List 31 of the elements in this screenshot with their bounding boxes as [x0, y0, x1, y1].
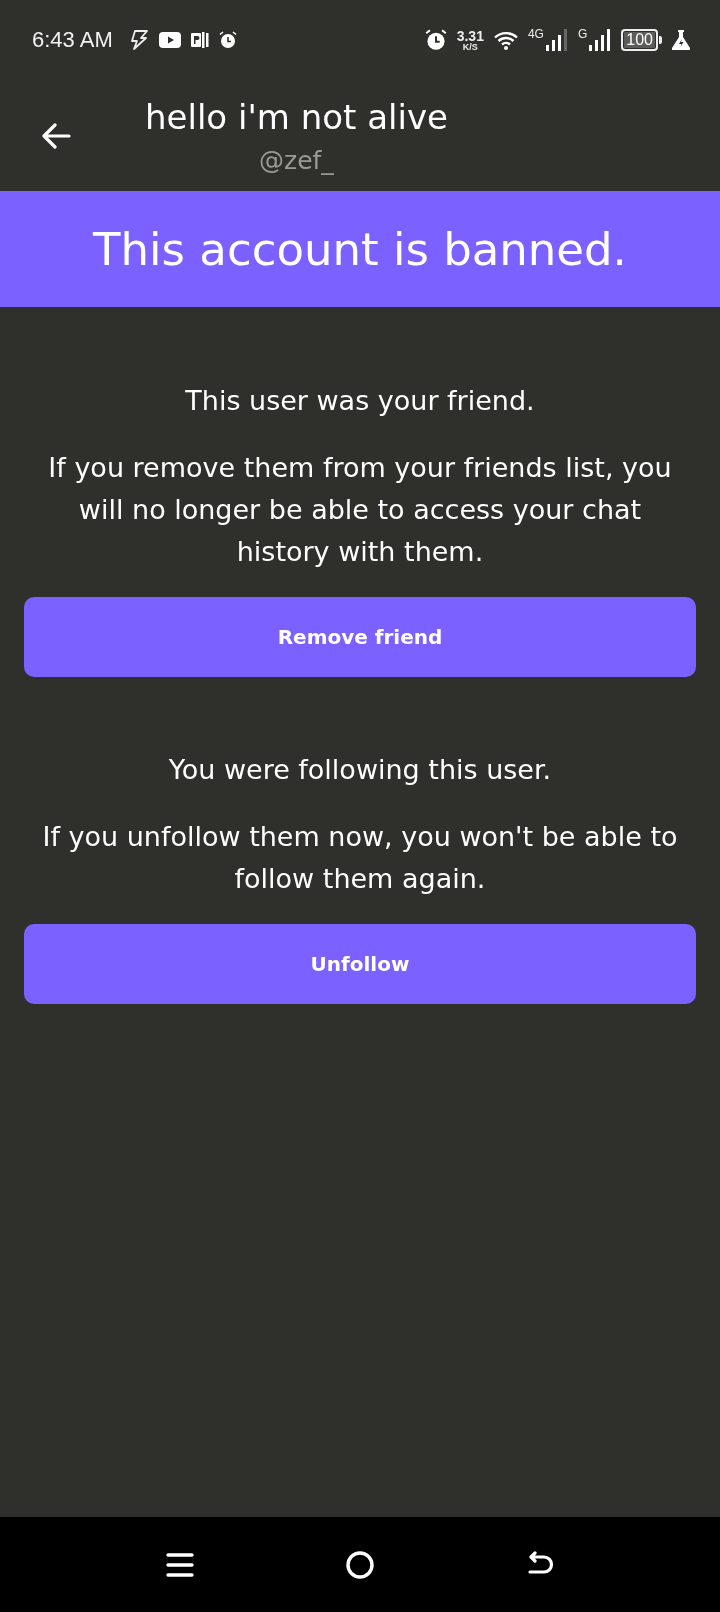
signal-icon: [589, 29, 612, 51]
banned-banner: This account is banned.: [0, 191, 720, 307]
back-arrow-icon: [41, 122, 71, 149]
flask-icon: [672, 30, 690, 50]
status-heading: This user was your friend.: [185, 384, 535, 418]
play-icon: [158, 32, 181, 48]
alarm-icon: [424, 29, 447, 51]
action-button[interactable]: Remove friend: [24, 597, 696, 677]
p-logo-icon: [190, 31, 209, 49]
wifi-icon: [493, 30, 518, 50]
network-speed: 3.31: [456, 28, 484, 43]
back-button[interactable]: [40, 121, 72, 150]
info-text: If you unfollow them now, you won't be able to follow them again.: [41, 820, 679, 896]
home-button[interactable]: [346, 1550, 374, 1579]
lightning-icon: [128, 30, 149, 50]
info-text: If you remove them from your friends list, you will no longer be able to access your chat history with them.: [47, 451, 673, 569]
profile-name: hello i'm not alive: [145, 96, 448, 139]
signal-icon: [545, 29, 568, 51]
status-time: 6:43 AM: [32, 27, 113, 53]
menu-button[interactable]: [166, 1550, 194, 1579]
status-heading: You were following this user.: [168, 753, 552, 787]
network-speed-unit: K/S: [462, 42, 478, 52]
battery-tip-icon: [659, 36, 662, 44]
menu-icon: [166, 1550, 194, 1579]
battery-level: 100: [621, 29, 658, 51]
action-button[interactable]: Unfollow: [24, 924, 696, 1004]
network-type: 4G: [527, 26, 544, 41]
alarm-icon: [218, 31, 237, 49]
network-type: G: [577, 26, 588, 41]
home-circle-icon: [346, 1550, 374, 1579]
profile-handle: @zef_: [259, 146, 334, 176]
